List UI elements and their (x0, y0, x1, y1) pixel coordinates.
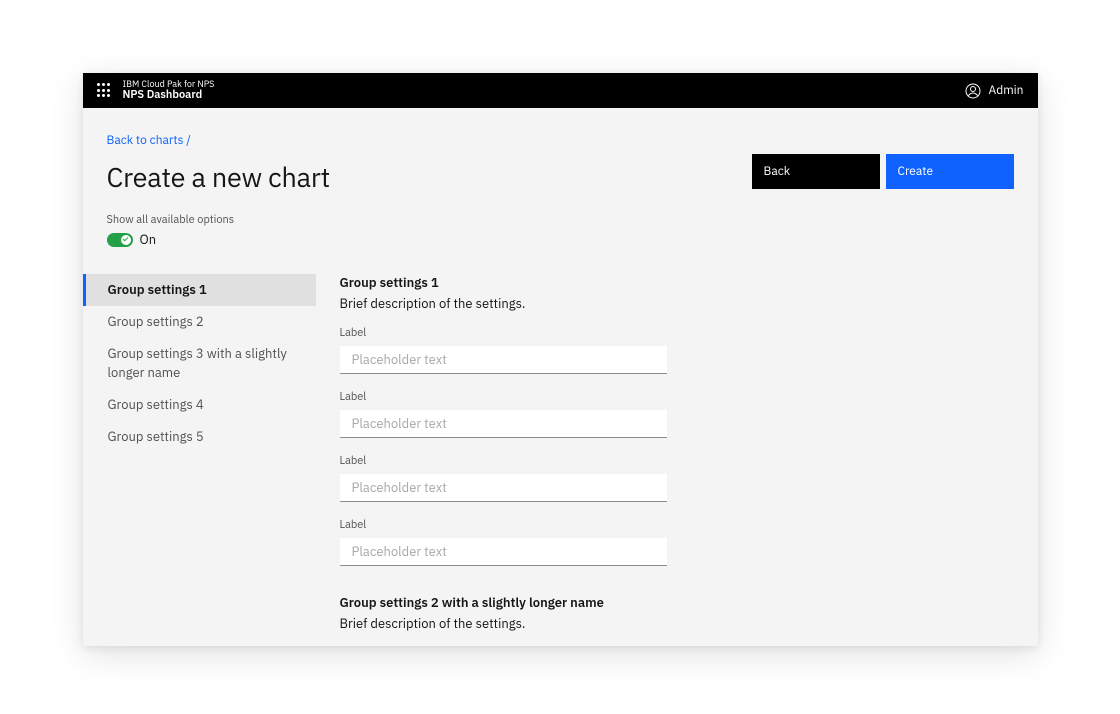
group-2-description: Brief description of the settings. (340, 615, 667, 632)
field-1: Label (340, 326, 667, 374)
group-1-title: Group settings 1 (340, 274, 667, 291)
toggle-switch[interactable] (107, 233, 133, 247)
content: Back to charts / Create a new chart Back… (83, 108, 1038, 646)
top-bar: IBM Cloud Pak for NPS NPS Dashboard Admi… (83, 73, 1038, 108)
title-block: IBM Cloud Pak for NPS NPS Dashboard (123, 80, 215, 102)
field-1-input[interactable] (340, 346, 667, 374)
page-title: Create a new chart (107, 160, 331, 195)
user-label: Admin (989, 83, 1024, 98)
field-2: Label (340, 390, 667, 438)
check-icon (121, 235, 131, 245)
dashboard-name: NPS Dashboard (123, 89, 215, 101)
field-3: Label (340, 454, 667, 502)
app-window: IBM Cloud Pak for NPS NPS Dashboard Admi… (83, 73, 1038, 646)
group-2: Group settings 2 with a slightly longer … (340, 594, 667, 646)
field-4: Label (340, 518, 667, 566)
toggle-row: On (107, 231, 1014, 248)
side-nav: Group settings 1 Group settings 2 Group … (83, 274, 316, 646)
toggle-section: Show all available options On (107, 213, 1014, 248)
field-4-label: Label (340, 518, 667, 532)
user-icon (965, 83, 981, 99)
field-1-label: Label (340, 326, 667, 340)
create-button[interactable]: Create (886, 154, 1014, 189)
action-buttons: Back Create (752, 154, 1014, 189)
toggle-state-label: On (140, 231, 157, 248)
back-button[interactable]: Back (752, 154, 880, 189)
top-bar-left: IBM Cloud Pak for NPS NPS Dashboard (97, 80, 215, 102)
field-3-label: Label (340, 454, 667, 468)
breadcrumb-link[interactable]: Back to charts / (107, 133, 1014, 148)
sidebar-item-group-3[interactable]: Group settings 3 with a slightly longer … (83, 338, 316, 388)
sidebar-item-group-2[interactable]: Group settings 2 (83, 306, 316, 338)
sidebar-item-group-4[interactable]: Group settings 4 (83, 389, 316, 421)
field-3-input[interactable] (340, 474, 667, 502)
top-bar-right[interactable]: Admin (965, 83, 1024, 99)
toggle-caption: Show all available options (107, 213, 1014, 227)
app-switcher-icon[interactable] (97, 83, 111, 97)
group-1: Group settings 1 Brief description of th… (340, 274, 667, 566)
form-area: Group settings 1 Brief description of th… (340, 274, 667, 646)
main-area: Group settings 1 Group settings 2 Group … (107, 274, 1014, 646)
field-2-label: Label (340, 390, 667, 404)
field-2-input[interactable] (340, 410, 667, 438)
header-row: Create a new chart Back Create (107, 160, 1014, 195)
group-2-title: Group settings 2 with a slightly longer … (340, 594, 667, 611)
group-1-description: Brief description of the settings. (340, 295, 667, 312)
sidebar-item-group-5[interactable]: Group settings 5 (83, 421, 316, 453)
field-4-input[interactable] (340, 538, 667, 566)
sidebar-item-group-1[interactable]: Group settings 1 (83, 274, 316, 306)
